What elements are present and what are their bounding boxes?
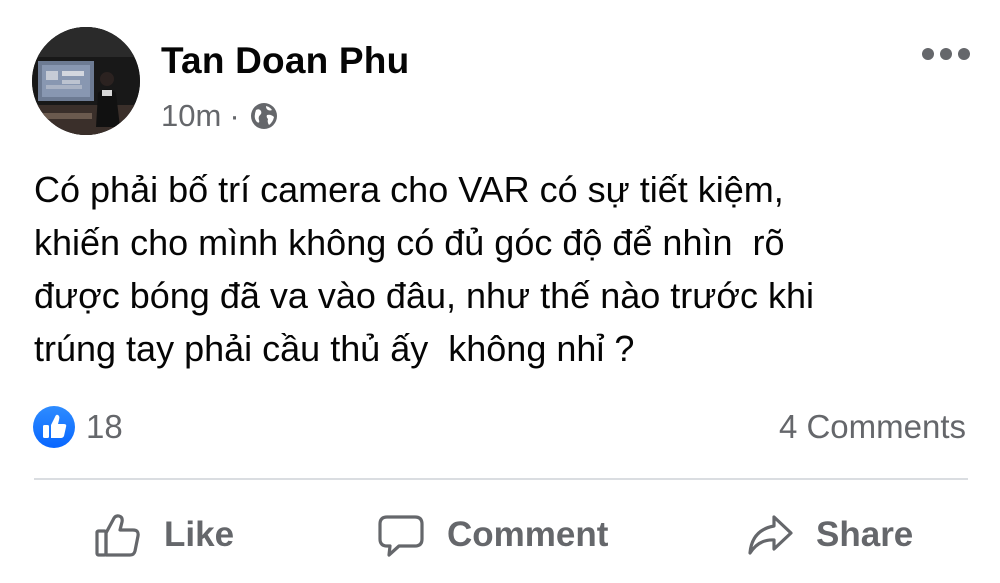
share-button[interactable]: Share bbox=[746, 500, 913, 570]
share-label: Share bbox=[816, 515, 914, 554]
comment-button[interactable]: Comment bbox=[377, 500, 608, 570]
facebook-post: Tan Doan Phu 10m · Có phải bố trí camera… bbox=[0, 0, 1000, 583]
avatar-image bbox=[32, 27, 140, 135]
like-button[interactable]: Like bbox=[94, 500, 234, 570]
post-timestamp[interactable]: 10m bbox=[161, 98, 221, 134]
action-bar: Like Comment Share bbox=[0, 500, 1000, 570]
more-options-button[interactable] bbox=[918, 36, 974, 72]
like-label: Like bbox=[164, 515, 235, 554]
share-arrow-icon bbox=[748, 515, 793, 555]
avatar[interactable] bbox=[32, 27, 140, 135]
divider bbox=[34, 478, 968, 480]
meta-separator: · bbox=[229, 98, 240, 133]
thumbs-up-icon bbox=[95, 514, 140, 557]
like-reaction-icon bbox=[33, 406, 75, 448]
globe-icon[interactable] bbox=[248, 100, 280, 132]
post-text: Có phải bố trí camera cho VAR có sự tiết… bbox=[34, 169, 814, 369]
comment-label: Comment bbox=[447, 515, 609, 554]
author-name[interactable]: Tan Doan Phu bbox=[161, 40, 409, 82]
comment-bubble-icon bbox=[378, 515, 424, 557]
more-dots-icon bbox=[922, 48, 970, 60]
post-meta: 10m · bbox=[161, 98, 280, 134]
reaction-count: 18 bbox=[86, 408, 123, 445]
comments-count[interactable]: 4 Comments bbox=[779, 408, 966, 446]
reactions-summary[interactable]: 18 bbox=[32, 405, 123, 449]
